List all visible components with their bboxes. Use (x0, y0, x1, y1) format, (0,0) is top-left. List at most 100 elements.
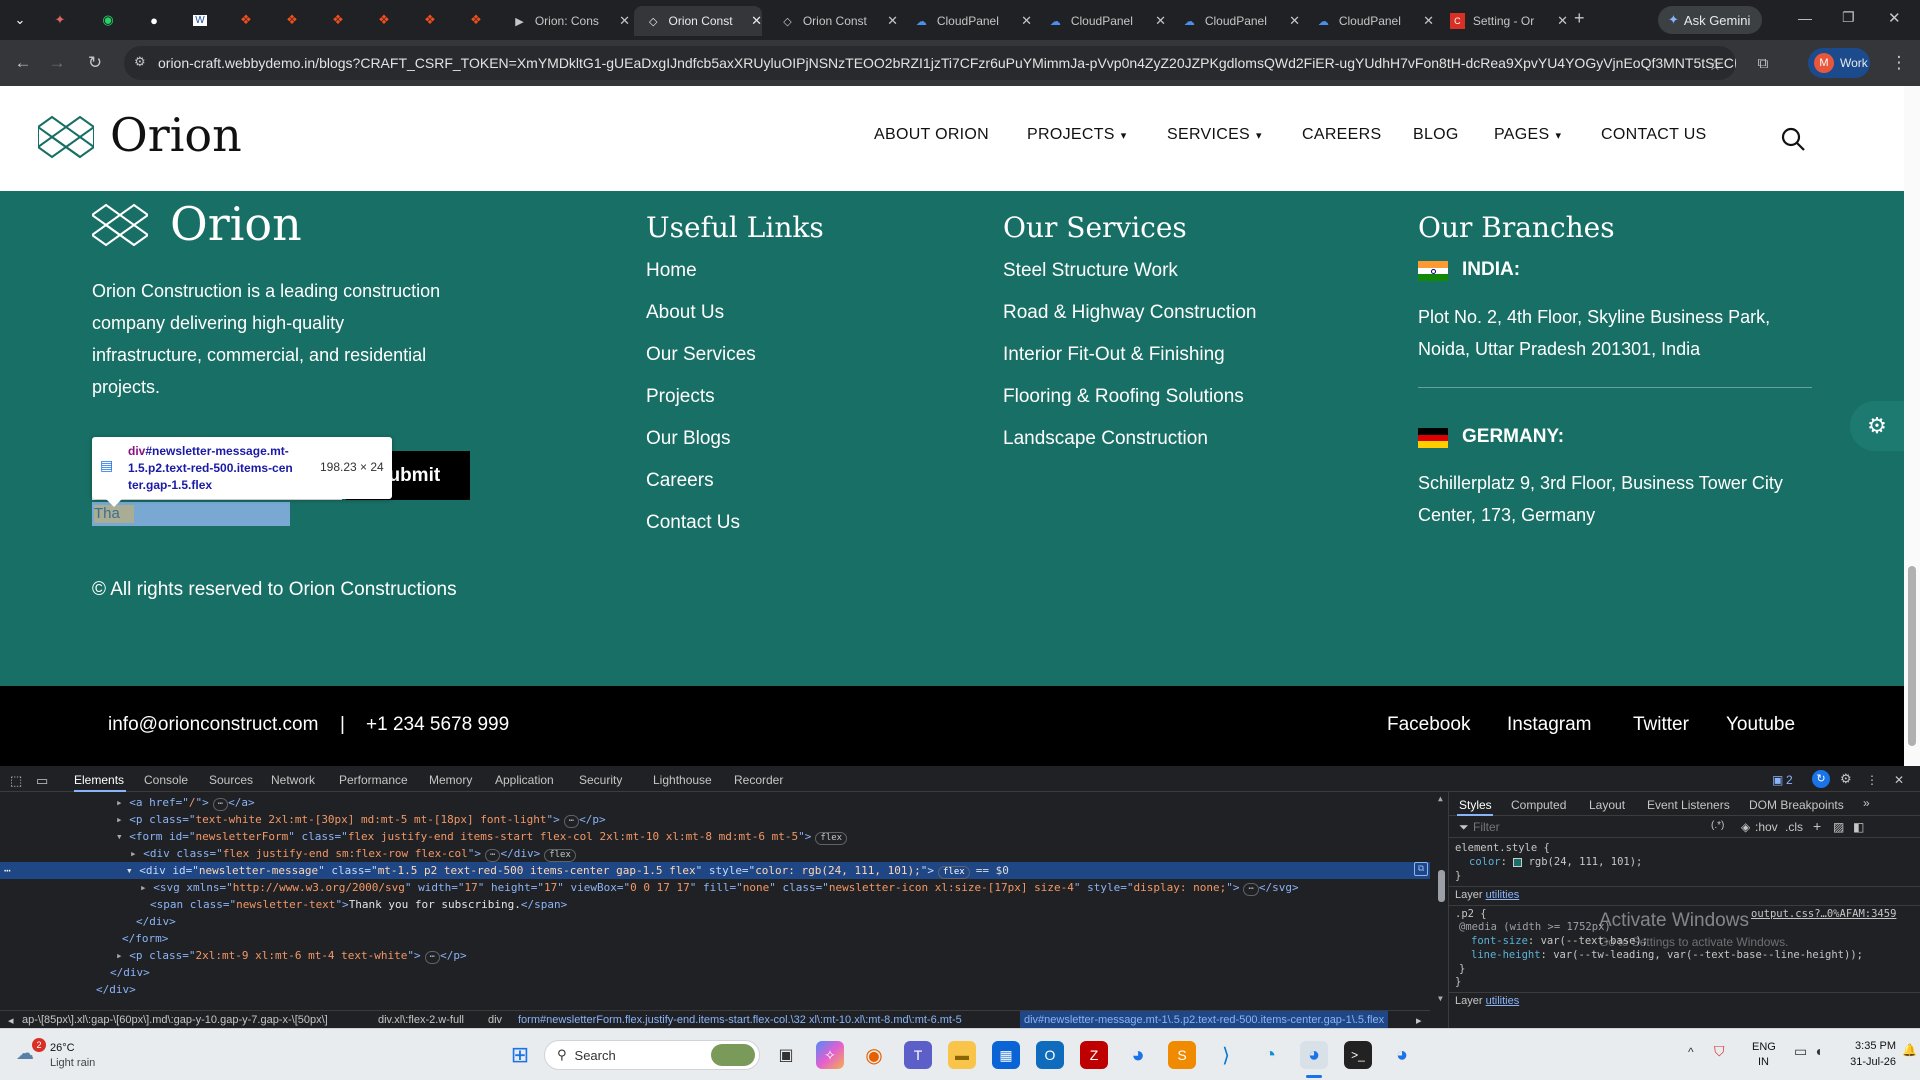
style-declaration[interactable]: line-height: var(--tw-leading, var(--tex… (1471, 947, 1863, 964)
copilot-icon[interactable]: ✧ (816, 1041, 844, 1069)
close-icon[interactable]: ✕ (887, 13, 898, 29)
more-menu-icon[interactable]: ⋮ (1886, 50, 1912, 76)
tab-console[interactable]: Console (144, 773, 188, 787)
tab-sources[interactable]: Sources (209, 773, 253, 787)
copy-icon[interactable]: ⧉ (1414, 862, 1428, 876)
footer-link-blogs[interactable]: Our Blogs (646, 428, 730, 450)
ask-gemini-button[interactable]: ✦ Ask Gemini (1658, 6, 1762, 34)
flex-badge[interactable]: flex (544, 849, 576, 862)
orion-logo-icon[interactable] (38, 113, 94, 165)
tab-styles[interactable]: Styles (1459, 798, 1492, 812)
tab-event-listeners[interactable]: Event Listeners (1647, 798, 1730, 812)
bookmark-star-icon[interactable]: ☆ (1702, 52, 1728, 78)
language-region[interactable]: IN (1758, 1056, 1769, 1068)
figma-tab-icon[interactable]: ❖ (416, 8, 444, 32)
style-declaration[interactable]: color: rgb(24, 111, 101); (1469, 854, 1642, 871)
cls-toggle[interactable]: .cls (1785, 820, 1803, 834)
ellipsis-icon[interactable]: ⋯ (424, 951, 441, 964)
github-tab-icon[interactable]: ● (140, 8, 168, 32)
layers-icon[interactable]: ◈ (1741, 820, 1750, 834)
devtools-more-icon[interactable]: ⋮ (1866, 773, 1878, 787)
devtools-close-icon[interactable]: ✕ (1894, 773, 1904, 787)
whatsapp-tab-icon[interactable]: ◉ (94, 8, 122, 32)
regex-icon[interactable]: (.*) (1711, 820, 1724, 831)
ellipsis-icon[interactable]: ⋯ (485, 849, 501, 862)
breadcrumb-item-active[interactable]: div#newsletter-message.mt-1\.5.p2.text-r… (1020, 1011, 1389, 1028)
browser-tab[interactable]: ☁ CloudPanel ✕ (1170, 6, 1300, 36)
file-explorer-icon[interactable]: ▬ (948, 1041, 976, 1069)
nav-careers[interactable]: CAREERS (1302, 126, 1381, 144)
ai-assistance-icon[interactable]: ↻ (1812, 770, 1830, 788)
dom-scrollbar[interactable]: ▲ ▼ (1436, 794, 1446, 1006)
reload-icon[interactable]: ↻ (82, 50, 108, 76)
scroll-down-icon[interactable]: ▼ (1438, 994, 1443, 1003)
ellipsis-icon[interactable]: ⋯ (563, 815, 580, 828)
ellipsis-icon[interactable]: ⋯ (1243, 883, 1259, 896)
forward-icon[interactable]: → (44, 50, 70, 76)
orion-logo-icon[interactable] (92, 201, 148, 253)
chrome-icon[interactable]: ◕ (1388, 1041, 1416, 1069)
pinned-tab-icon[interactable]: ✦ (46, 8, 74, 32)
address-bar[interactable]: ⚙ orion-craft.webbydemo.in/blogs?CRAFT_C… (124, 46, 1736, 80)
nav-about[interactable]: ABOUT ORION (874, 126, 989, 144)
footer-email[interactable]: info@orionconstruct.com (108, 714, 318, 736)
tab-elements[interactable]: Elements (74, 773, 124, 787)
issues-icon[interactable]: ▣ (1772, 773, 1783, 787)
language-indicator[interactable]: ENG (1752, 1041, 1776, 1053)
service-link[interactable]: Landscape Construction (1003, 428, 1208, 450)
filezilla-icon[interactable]: Z (1080, 1041, 1108, 1069)
page-scrollbar[interactable] (1904, 86, 1920, 766)
dom-node[interactable]: </div> (96, 981, 136, 998)
ellipsis-icon[interactable]: ⋯ (212, 798, 229, 811)
profile-button[interactable]: M Work (1808, 48, 1870, 78)
dom-node[interactable]: </div> (136, 913, 176, 930)
dom-node[interactable]: ▸ <p class="text-white 2xl:mt-[30px] md:… (116, 811, 606, 828)
pinned-tab-icon[interactable]: W (186, 8, 214, 32)
network-icon[interactable]: ▭ (1794, 1043, 1807, 1060)
dom-node[interactable]: </div> (110, 964, 150, 981)
figma-tab-icon[interactable]: ❖ (232, 8, 260, 32)
social-link-twitter[interactable]: Twitter (1633, 714, 1689, 736)
dom-node-selected[interactable]: ▾ <div id="newsletter-message" class="mt… (126, 862, 1009, 879)
service-link[interactable]: Steel Structure Work (1003, 260, 1178, 282)
footer-link-services[interactable]: Our Services (646, 344, 756, 366)
dom-node[interactable]: ▸ <a href="/"> ⋯ </a> (116, 794, 255, 811)
breadcrumb-item[interactable]: form#newsletterForm.flex.justify-end.ite… (518, 1014, 962, 1026)
firefox-icon[interactable]: ◉ (860, 1041, 888, 1069)
service-link[interactable]: Interior Fit-Out & Finishing (1003, 344, 1225, 366)
tab-dom-breakpoints[interactable]: DOM Breakpoints (1749, 798, 1844, 812)
style-source-link[interactable]: output.css?…0%AFAM:3459 (1751, 906, 1896, 923)
issues-count[interactable]: 2 (1786, 773, 1793, 787)
device-toolbar-icon[interactable]: ▭ (36, 773, 48, 789)
breadcrumb-right-icon[interactable]: ▸ (1416, 1014, 1422, 1027)
tab-security[interactable]: Security (579, 773, 622, 787)
footer-link-home[interactable]: Home (646, 260, 697, 282)
footer-phone[interactable]: +1 234 5678 999 (366, 714, 509, 736)
add-rule-icon[interactable]: + (1813, 818, 1821, 834)
dom-node[interactable]: ▸ <p class="2xl:mt-9 xl:mt-6 mt-4 text-w… (116, 947, 467, 964)
dom-node[interactable]: ▸ <svg xmlns="http://www.w3.org/2000/svg… (140, 879, 1299, 896)
footer-link-careers[interactable]: Careers (646, 470, 714, 492)
site-logo-text[interactable]: Orion (110, 108, 242, 162)
inspect-element-icon[interactable]: ⬚ (10, 773, 22, 789)
close-icon[interactable]: ✕ (1289, 13, 1300, 29)
footer-link-projects[interactable]: Projects (646, 386, 715, 408)
service-link[interactable]: Road & Highway Construction (1003, 302, 1256, 324)
vscode-icon[interactable]: ⟩ (1212, 1041, 1240, 1069)
breadcrumb-left-icon[interactable]: ◂ (8, 1014, 14, 1027)
tab-layout[interactable]: Layout (1589, 798, 1625, 812)
site-info-icon[interactable]: ⚙ (134, 54, 146, 70)
weather-desc[interactable]: Light rain (50, 1057, 95, 1069)
restore-icon[interactable]: ❐ (1842, 9, 1855, 26)
footer-link-contact[interactable]: Contact Us (646, 512, 740, 534)
chrome-profile-icon[interactable]: ◕ (1300, 1041, 1328, 1069)
browser-tab[interactable]: ☁ CloudPanel ✕ (1304, 6, 1434, 36)
close-icon[interactable]: ✕ (619, 13, 630, 29)
extensions-icon[interactable]: ⧉ (1750, 50, 1776, 76)
nav-blog[interactable]: BLOG (1413, 126, 1459, 144)
nav-projects[interactable]: PROJECTS ▾ (1027, 126, 1127, 144)
footer-logo-text[interactable]: Orion (170, 197, 302, 251)
dom-node[interactable]: </form> (122, 930, 168, 947)
outlook-icon[interactable]: O (1036, 1041, 1064, 1069)
close-icon[interactable]: ✕ (1557, 13, 1568, 29)
